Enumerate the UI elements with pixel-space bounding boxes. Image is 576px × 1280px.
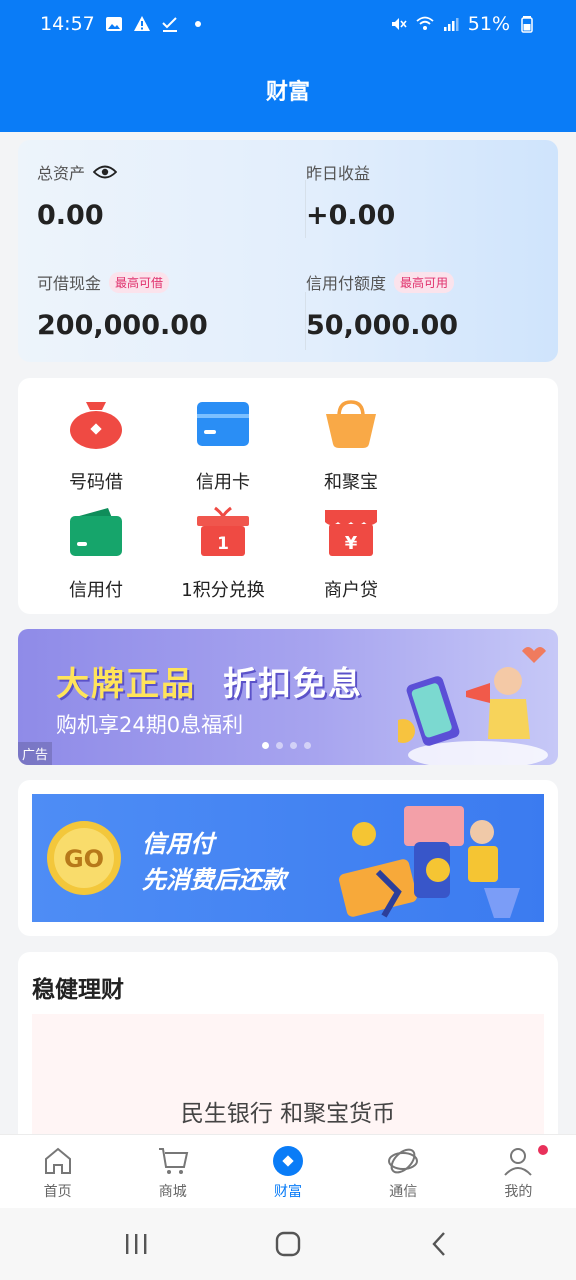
gift-box-icon: 1 <box>197 506 249 556</box>
page-title: 财富 <box>265 80 310 105</box>
finance-title: 稳健理财 <box>32 977 124 1003</box>
credit-banner-line2: 先消费后还款 <box>142 866 286 894</box>
credit-pay-value: 50,000.00 <box>306 310 459 341</box>
tab-home[interactable]: 首页 <box>0 1135 115 1208</box>
banner-title-part1: 大牌正品 <box>56 664 196 703</box>
svg-text:1: 1 <box>217 534 229 554</box>
home-button-icon[interactable] <box>274 1230 302 1258</box>
back-icon[interactable] <box>426 1230 454 1258</box>
carousel-dot <box>304 742 311 749</box>
home-icon <box>44 1147 71 1174</box>
cash-loan-tag: 最高可借 <box>109 271 170 293</box>
system-nav-bar <box>0 1208 576 1280</box>
credit-banner-line1: 信用付 <box>142 830 214 858</box>
service-label: 1积分兑换 <box>181 580 265 601</box>
carousel-dot <box>262 742 269 749</box>
user-icon <box>504 1148 533 1176</box>
battery-icon <box>521 16 533 33</box>
assets-card[interactable]: 总资产 0.00 昨日收益 +0.00 可借现金 最高可借 200,000.00… <box>18 140 558 362</box>
service-merchant-loan[interactable]: ¥ 商户贷 <box>287 504 415 602</box>
service-label: 号码借 <box>69 472 123 493</box>
banner-title-part2: 折扣免息 <box>222 664 363 703</box>
credit-pay-label: 信用付额度 <box>306 274 387 293</box>
total-assets[interactable]: 总资产 0.00 <box>37 160 118 231</box>
bottom-tab-bar: 首页 商城 财富 通信 我的 <box>0 1134 576 1208</box>
service-label: 和聚宝 <box>324 472 378 493</box>
status-bar: 14:57 51% <box>0 0 576 48</box>
divider <box>305 292 306 350</box>
credit-card-icon <box>197 402 249 446</box>
credit-illustration <box>339 806 520 918</box>
warning-icon <box>133 16 150 31</box>
tab-label: 通信 <box>389 1184 418 1200</box>
mute-icon <box>391 18 407 30</box>
wallet-icon <box>70 508 122 556</box>
yesterday-income-value: +0.00 <box>306 200 396 231</box>
service-label: 商户贷 <box>324 580 378 601</box>
tab-label: 首页 <box>43 1184 72 1200</box>
tab-mine[interactable]: 我的 <box>461 1135 576 1208</box>
image-notification-icon <box>105 17 122 31</box>
basket-icon <box>326 400 376 448</box>
yesterday-income-label: 昨日收益 <box>306 164 371 183</box>
credit-pay-tag: 最高可用 <box>394 271 455 293</box>
eye-icon[interactable] <box>93 164 118 180</box>
credit-pay-limit[interactable]: 信用付额度 最高可用 50,000.00 <box>306 270 458 341</box>
ad-label: 广告 <box>18 742 53 765</box>
tab-communication[interactable]: 通信 <box>346 1135 461 1208</box>
service-credit-card[interactable]: 信用卡 <box>159 396 287 494</box>
service-points-exchange[interactable]: 1 1积分兑换 <box>159 504 287 602</box>
credit-pay-card: GO 信用付 先消费后还款 <box>18 780 558 936</box>
task-check-icon <box>162 17 177 32</box>
notification-dot <box>538 1145 549 1155</box>
carousel-dot <box>276 742 283 749</box>
divider <box>305 180 306 238</box>
cash-loan-label: 可借现金 <box>37 274 102 293</box>
recent-apps-icon[interactable] <box>122 1230 150 1258</box>
tab-mall[interactable]: 商城 <box>115 1135 230 1208</box>
merchant-loan-icon: ¥ <box>325 510 377 556</box>
go-badge: GO <box>63 845 105 873</box>
tab-label: 我的 <box>504 1184 533 1200</box>
service-hejubao[interactable]: 和聚宝 <box>287 396 415 494</box>
service-credit-pay[interactable]: 信用付 <box>32 504 160 602</box>
finance-section: 稳健理财 民生银行 和聚宝货币 <box>18 952 558 1152</box>
tab-label: 财富 <box>274 1184 302 1200</box>
banner-title: 大牌正品 折扣免息 <box>56 657 363 705</box>
money-bag-icon <box>70 402 122 449</box>
finance-product-name: 民生银行 和聚宝货币 <box>180 1101 396 1127</box>
cash-loan-value: 200,000.00 <box>37 310 208 341</box>
wealth-icon <box>273 1146 303 1176</box>
service-grid: 号码借 信用卡 和聚宝 信用付 1 1积分兑换 ¥ 商户贷 <box>18 378 558 614</box>
page-header: 财富 <box>0 48 576 132</box>
tab-label: 商城 <box>158 1184 187 1200</box>
signal-icon <box>443 18 459 31</box>
status-time: 14:57 <box>40 13 95 35</box>
carousel-indicator <box>262 742 311 749</box>
tab-wealth[interactable]: 财富 <box>230 1135 345 1208</box>
cash-loan[interactable]: 可借现金 最高可借 200,000.00 <box>37 270 208 341</box>
mall-cart-icon <box>158 1148 189 1174</box>
service-label: 信用付 <box>69 580 123 601</box>
service-number-loan[interactable]: 号码借 <box>32 396 160 494</box>
banner-subtitle: 购机享24期0息福利 <box>56 713 244 737</box>
total-assets-label: 总资产 <box>37 164 86 183</box>
svg-text:¥: ¥ <box>345 533 358 554</box>
credit-pay-banner[interactable]: GO 信用付 先消费后还款 <box>32 794 544 922</box>
more-notifications-dot-icon <box>194 21 201 27</box>
promo-illustration <box>398 647 548 765</box>
service-label: 信用卡 <box>196 472 250 493</box>
yesterday-income[interactable]: 昨日收益 +0.00 <box>306 160 395 231</box>
wifi-icon <box>416 16 434 30</box>
china-mobile-icon <box>388 1148 419 1174</box>
promo-banner[interactable]: 大牌正品 折扣免息 购机享24期0息福利 广告 <box>18 629 558 765</box>
total-assets-value: 0.00 <box>37 200 104 231</box>
carousel-dot <box>290 742 297 749</box>
battery-percent: 51% <box>467 13 510 35</box>
finance-product-card[interactable]: 民生银行 和聚宝货币 <box>32 1014 544 1152</box>
